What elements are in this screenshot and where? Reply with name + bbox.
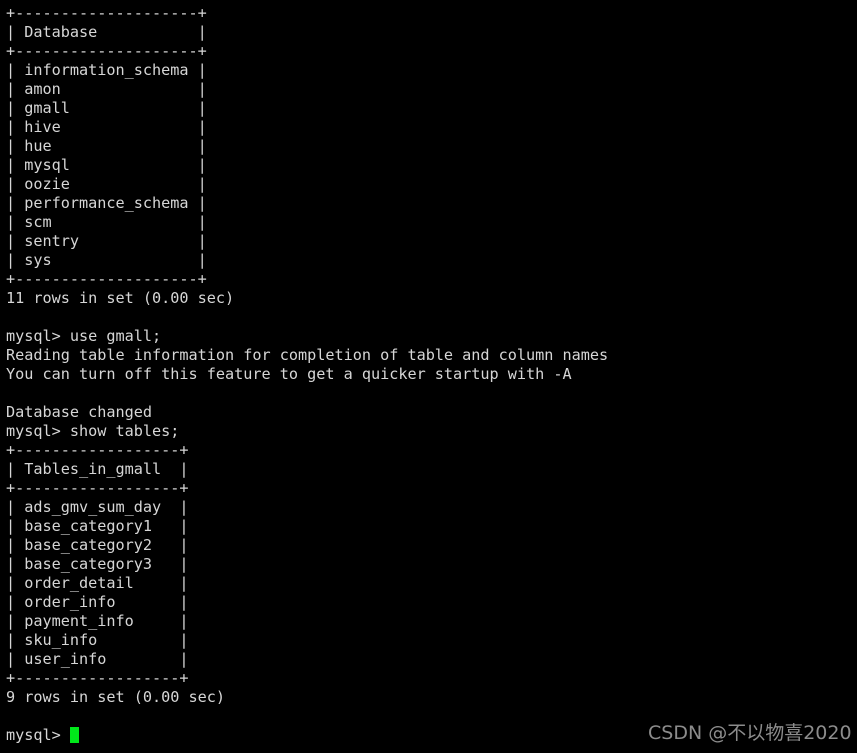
terminal-line: | hive | [6, 118, 207, 136]
terminal-line: +------------------+ [6, 441, 189, 459]
terminal-line: +------------------+ [6, 479, 189, 497]
terminal-line: | mysql | [6, 156, 207, 174]
terminal-line: +--------------------+ [6, 42, 207, 60]
terminal-line: | sys | [6, 251, 207, 269]
csdn-watermark: CSDN @不以物喜2020 [648, 722, 852, 744]
terminal-line-message: Reading table information for completion… [6, 346, 609, 364]
terminal-line: | base_category1 | [6, 517, 189, 535]
text-cursor [69, 727, 79, 743]
terminal-line-message: You can turn off this feature to get a q… [6, 365, 572, 383]
terminal-line: | Database | [6, 23, 207, 41]
terminal-line: | base_category2 | [6, 536, 189, 554]
terminal-line: | base_category3 | [6, 555, 189, 573]
terminal-line: +------------------+ [6, 669, 189, 687]
terminal-line-status: 11 rows in set (0.00 sec) [6, 289, 235, 307]
terminal-line: | amon | [6, 80, 207, 98]
terminal-output-pane[interactable]: +--------------------+ | Database | +---… [0, 0, 857, 753]
terminal-line: | user_info | [6, 650, 189, 668]
terminal-line-message: Database changed [6, 403, 152, 421]
terminal-line: | oozie | [6, 175, 207, 193]
terminal-line: | sku_info | [6, 631, 189, 649]
terminal-line: | order_info | [6, 593, 189, 611]
terminal-line: | information_schema | [6, 61, 207, 79]
terminal-line: | ads_gmv_sum_day | [6, 498, 189, 516]
terminal-line: +--------------------+ [6, 270, 207, 288]
terminal-line: | sentry | [6, 232, 207, 250]
terminal-line: | gmall | [6, 99, 207, 117]
terminal-line-command: mysql> use gmall; [6, 327, 162, 345]
terminal-line-status: 9 rows in set (0.00 sec) [6, 688, 225, 706]
terminal-line: | Tables_in_gmall | [6, 460, 189, 478]
terminal-line: | payment_info | [6, 612, 189, 630]
terminal-line: | scm | [6, 213, 207, 231]
terminal-line: | performance_schema | [6, 194, 207, 212]
terminal-line: +--------------------+ [6, 4, 207, 22]
terminal-line: | order_detail | [6, 574, 189, 592]
terminal-line: | hue | [6, 137, 207, 155]
terminal-line-command: mysql> show tables; [6, 422, 180, 440]
prompt-label: mysql> [6, 726, 70, 744]
